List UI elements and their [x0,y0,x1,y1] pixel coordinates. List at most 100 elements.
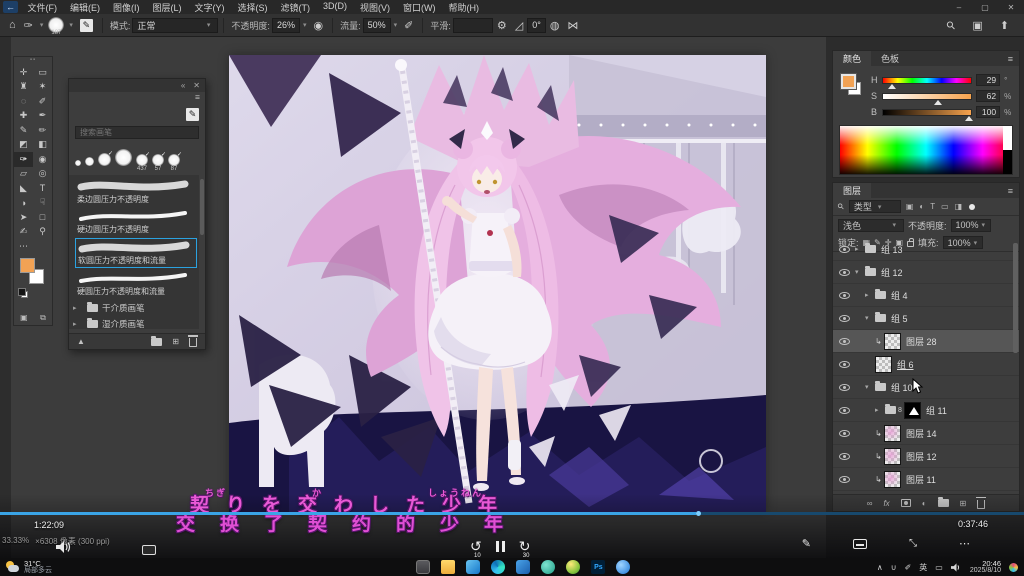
more-options-icon[interactable]: ⋯ [959,537,970,550]
brush-tip-3[interactable] [115,149,132,166]
smudge-tool[interactable]: ✍ [14,225,33,240]
brush-tip-0[interactable] [75,160,81,166]
panel-grip[interactable]: ▪▪ [14,57,52,65]
menu-item-8[interactable]: 视图(V) [354,1,397,14]
app-tiles[interactable] [516,560,530,574]
brush-tip-2[interactable]: ✓ [98,153,111,166]
tab-layers[interactable]: 图层 [833,183,871,198]
patch-tool[interactable]: ◩ [14,138,33,153]
type-tool[interactable]: T [33,181,52,196]
layer-row[interactable]: ↳图层 28 [833,330,1019,353]
menu-item-2[interactable]: 图像(I) [107,1,147,14]
angle-input[interactable]: 0° [527,18,546,33]
brush-folder-1[interactable]: ▸湿介质画笔 [73,316,199,329]
search-icon[interactable]: ⚲ [944,18,959,33]
spot-healing-tool[interactable]: ◉ [33,152,52,167]
visibility-toggle[interactable] [833,315,855,322]
tab-swatches[interactable]: 色板 [871,51,909,66]
dodge-tool[interactable]: ◑ [14,196,33,211]
menu-item-6[interactable]: 滤镜(T) [274,1,317,14]
menu-item-9[interactable]: 窗口(W) [397,1,443,14]
speaker-icon[interactable] [951,563,962,572]
gradient-tool[interactable]: ◧ [33,138,52,153]
brush-tip-6[interactable]: ✓87 [168,154,180,166]
expand-arrow-icon[interactable]: ▾ [855,268,865,276]
brush-preset[interactable]: 柔边圆压力不透明度 [75,178,197,206]
saturation-value[interactable]: 62 [976,90,1000,102]
layer-thumbnail[interactable] [884,333,901,350]
brush-tip-4[interactable]: ✓437 [136,154,148,166]
file-explorer[interactable] [441,560,455,574]
chevron-down-icon[interactable]: ▾ [303,21,307,29]
scrollbar[interactable] [200,179,204,235]
minimize-button[interactable]: – [946,3,972,12]
maximize-button[interactable]: ▢ [972,3,998,12]
app-round-blue[interactable] [616,560,630,574]
flow-input[interactable]: 50% [363,18,391,33]
symmetry-icon[interactable]: ⋈ [567,19,578,32]
collapse-panel-icon[interactable]: « [181,81,185,90]
pressure-opacity-icon[interactable]: ◉ [313,19,323,32]
hand-tool[interactable]: ☟ [33,196,52,211]
new-layer-icon[interactable]: ⊞ [960,499,967,508]
tray-expand-icon[interactable]: ∧ [877,563,883,572]
toggle-brush-panel-icon[interactable]: ✎ [80,19,93,32]
menu-item-10[interactable]: 帮助(H) [442,1,486,14]
pen-tool[interactable]: ✒ [33,109,52,124]
shrink-window-icon[interactable]: ⤡ [909,538,917,549]
visibility-toggle[interactable] [833,361,855,368]
ime-indicator[interactable]: 英 [919,562,927,573]
layer-row[interactable]: ▸8组 11 [833,399,1019,422]
airbrush-icon[interactable]: ✐ [404,19,413,32]
brush-angle-icon[interactable]: ▲ [77,337,85,346]
app-window[interactable] [416,560,430,574]
smoothing-input[interactable] [453,18,493,33]
visibility-toggle[interactable] [833,407,855,414]
blur-tool[interactable]: ◎ [33,167,52,182]
brush-preset[interactable]: 硬圆压力不透明度和流量 [75,270,197,298]
chevron-down-icon[interactable]: ▾ [69,21,73,29]
scrollbar[interactable] [1013,243,1018,353]
expand-arrow-icon[interactable]: ▸ [865,291,875,299]
layer-thumbnail[interactable] [884,448,901,465]
delete-brush-icon[interactable] [189,338,197,347]
layer-thumbnail[interactable] [884,425,901,442]
layer-effects-icon[interactable]: fx [883,499,889,508]
layer-row[interactable]: ▾组 10 [833,376,1019,399]
panel-menu-icon[interactable]: ≡ [1002,186,1019,196]
panel-menu-icon[interactable]: ≡ [1002,54,1019,64]
layer-filter-icon[interactable]: ◐ [919,202,924,211]
brightness-slider[interactable] [882,109,972,116]
screen-mode-icon[interactable]: ⧉ [40,313,46,323]
microsoft-store[interactable] [466,560,480,574]
gear-icon[interactable]: ⚙ [497,19,507,32]
chevron-down-icon[interactable]: ▾ [394,21,398,29]
paint-bucket-tool[interactable]: ◣ [14,181,33,196]
tray-usb-icon[interactable]: ∪ [891,563,897,572]
new-group-icon[interactable] [938,499,949,507]
zoom-level[interactable]: 33.33% [2,536,29,547]
brush-search[interactable] [75,126,199,139]
tray-pen-icon[interactable]: ✐ [905,563,912,572]
layer-row[interactable]: ▾组 5 [833,307,1019,330]
brush-preset-picker[interactable]: 187 [48,17,64,33]
filter-toggle-icon[interactable] [969,204,975,210]
adjustment-layer-icon[interactable]: ◐ [922,499,927,508]
opacity-input[interactable]: 26% [272,18,300,33]
brush-search-input[interactable] [76,128,198,137]
weather-widget[interactable]: 31°C 局部多云 [0,560,170,574]
eraser-tool[interactable]: ▱ [14,167,33,182]
workspace-switcher-icon[interactable]: ▣ [972,19,982,32]
video-progress-bar[interactable] [0,512,1024,515]
photoshop[interactable]: Ps [591,560,605,574]
stamp-tool[interactable]: ♜ [14,80,33,95]
hue-value[interactable]: 29 [976,74,1000,86]
brightness-value[interactable]: 100 [976,106,1000,118]
add-mask-icon[interactable] [901,499,911,507]
layer-filter-icon[interactable]: ▭ [941,202,949,211]
subtitle-toggle-icon[interactable] [853,539,867,549]
forward-30-button[interactable]: ↻30 [519,539,531,553]
delete-layer-icon[interactable] [977,500,985,509]
menu-item-3[interactable]: 图层(L) [146,1,188,14]
volume-icon[interactable] [56,541,72,553]
